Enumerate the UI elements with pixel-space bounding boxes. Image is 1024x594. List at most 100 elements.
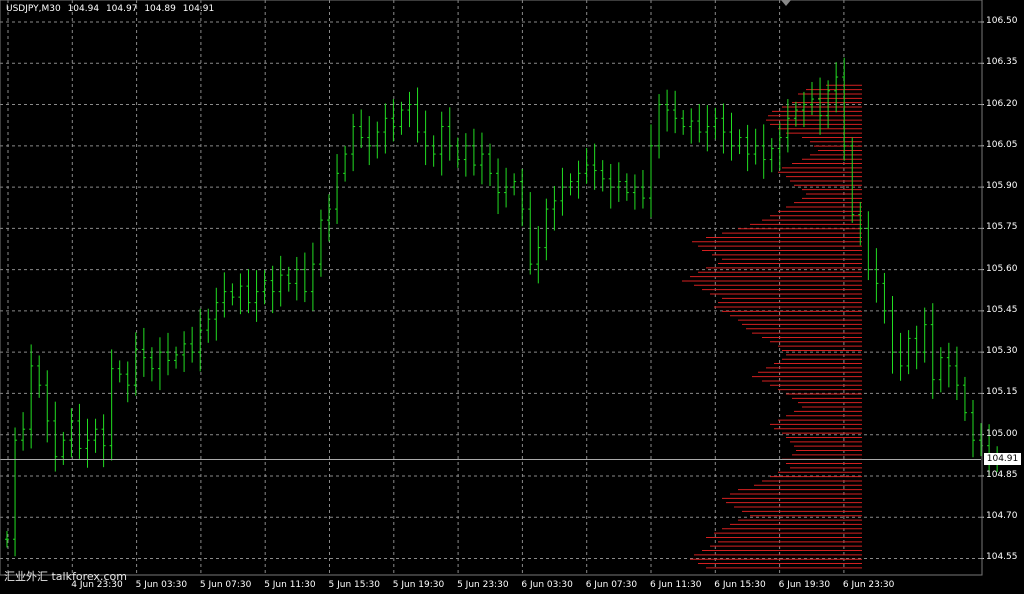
ohlc-bar [810,81,814,115]
symbol-timeframe: USDJPY,M30 [6,4,61,14]
x-tick-label: 6 Jun 19:30 [778,580,831,590]
ohlc-bar [632,174,637,210]
ohlc-bar [455,137,460,168]
ohlc-bar [793,101,798,127]
ohlc-bar [496,158,501,215]
x-tick-label: 6 Jun 03:30 [521,580,573,590]
ohlc-bar [77,403,82,459]
ohlc-bar [697,103,702,143]
current-price-tag: 104.91 [984,453,1021,466]
ohlc-bar [657,94,662,159]
ohlc-bar [109,349,114,461]
x-tick-label: 5 Jun 15:30 [328,580,380,590]
ohlc-bar [898,332,903,381]
ohlc-bar [592,143,597,190]
ohlc-bar [761,124,766,179]
ohlc-bar [689,108,694,144]
ohlc-bar [286,266,291,292]
ohlc-bar [367,116,372,166]
ohlc-bar [729,112,734,161]
ohlc-bar [174,346,179,369]
ohlc-bar [818,77,823,135]
ohlc-bar [488,143,492,186]
y-tick-label: 105.15 [986,387,1018,398]
ohlc-bar [5,530,9,548]
x-tick-label: 5 Jun 03:30 [135,580,188,590]
ohlc-bar [254,270,259,322]
ohlc-bar [13,427,18,557]
ohlc-bar [182,331,187,372]
x-tick-label: 5 Jun 11:30 [264,580,316,590]
ohlc-bar [125,361,130,403]
ohlc-bar [713,107,718,140]
ohlc-bar [423,110,428,166]
ohlc-bar [93,418,98,453]
ohlc-bar [665,89,670,132]
ohlc-bar [842,57,847,161]
y-tick-label: 105.00 [986,428,1018,439]
ohlc-bar [946,342,951,388]
ohlc-bar [930,303,935,399]
ohlc-bar [415,87,420,143]
price-chart[interactable] [0,0,1024,594]
y-tick-label: 105.75 [986,222,1018,233]
ohlc-open: 104.94 [67,4,100,14]
symbol-header: USDJPY,M30 104.94 104.97 104.89 104.91 [6,4,218,14]
y-tick-label: 104.55 [986,552,1018,563]
chart-shift-marker-icon[interactable] [781,0,791,6]
x-tick-label: 5 Jun 07:30 [199,580,252,590]
ohlc-bar [359,109,364,149]
ohlc-bar [391,99,396,142]
ohlc-bar [938,347,943,393]
y-tick-label: 105.90 [986,181,1018,192]
x-tick-label: 6 Jun 11:30 [650,580,702,590]
ohlc-bar [294,256,299,301]
ohlc-bar [568,173,573,196]
ohlc-bar [576,160,581,199]
ohlc-bar [230,283,235,306]
watermark-logo: 汇业外汇 talkforex.com [4,570,127,583]
ohlc-bar [399,101,404,135]
ohlc-bar [85,418,90,468]
ohlc-bar [705,105,710,152]
ohlc-bar [310,242,315,311]
ohlc-bar [21,412,26,451]
ohlc-high: 104.97 [105,4,138,14]
ohlc-bar [745,124,750,172]
ohlc-bar [801,91,806,128]
chart-window[interactable]: USDJPY,M30 104.94 104.97 104.89 104.91 1… [0,0,1024,594]
ohlc-bar [479,132,484,185]
ohlc-bar [769,138,774,173]
ohlc-bar [874,248,879,303]
y-tick-label: 104.70 [986,511,1018,522]
ohlc-bar [922,307,927,363]
y-tick-label: 105.60 [986,263,1018,274]
ohlc-bar [439,111,444,176]
ohlc-bar [37,355,42,398]
ohlc-bar [681,110,686,135]
ohlc-bar [520,168,525,227]
ohlc-bar [166,332,170,376]
ohlc-bar [544,198,549,261]
y-tick-label: 106.50 [986,16,1018,26]
ohlc-bar [962,376,967,421]
ohlc-low: 104.89 [144,4,176,14]
ohlc-bar [552,185,557,231]
ohlc-bar [649,124,653,218]
ohlc-bar [302,252,307,303]
ohlc-bar [971,400,975,458]
y-tick-label: 105.45 [986,304,1018,315]
ohlc-bar [206,308,211,343]
ohlc-bar [407,91,412,128]
ohlc-bar [278,255,283,307]
ohlc-bar [890,296,895,374]
ohlc-bar [640,170,645,209]
ohlc-bar [198,308,203,372]
ohlc-bar [375,121,380,159]
ohlc-bar [270,265,275,314]
x-tick-label: 5 Jun 19:30 [392,580,445,590]
ohlc-bar [463,133,468,177]
ohlc-bar [29,344,34,449]
x-tick-label: 6 Jun 07:30 [585,580,638,590]
ohlc-close: 104.91 [182,4,215,14]
